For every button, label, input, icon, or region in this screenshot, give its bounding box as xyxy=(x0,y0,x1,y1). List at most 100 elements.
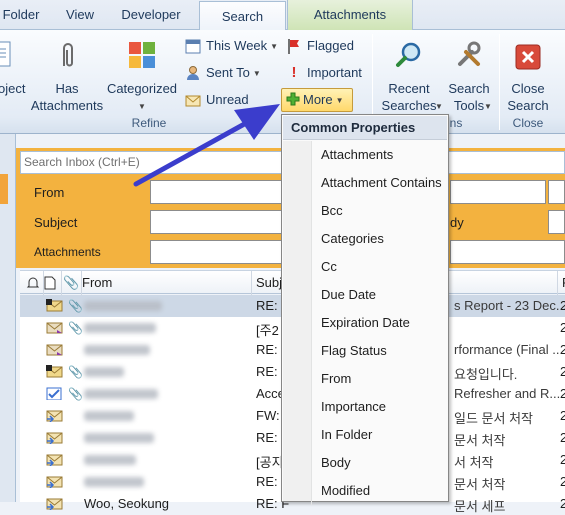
tab-view[interactable]: View xyxy=(58,0,102,30)
redacted-sender xyxy=(84,323,156,333)
row-subject-tail: 요청입니다. xyxy=(454,367,518,382)
menu-item-bcc[interactable]: Bcc xyxy=(311,197,447,225)
forward-envelope-icon xyxy=(46,476,63,488)
subject-label: oject xyxy=(0,81,26,96)
flagged-label: Flagged xyxy=(307,38,354,53)
attachments-field-label: Attachments xyxy=(34,245,101,259)
sent-to-button[interactable]: Sent To ▼ xyxy=(185,62,261,84)
flag-envelope-icon xyxy=(46,365,63,378)
redacted-sender xyxy=(84,301,162,311)
envelope-icon xyxy=(185,95,201,107)
row-subject: [주2 xyxy=(256,323,279,338)
read-envelope-icon xyxy=(46,322,63,334)
subject-button[interactable]: oject xyxy=(0,34,26,114)
more-label: More xyxy=(303,92,333,107)
row-subject-tail: 문서 처작 xyxy=(454,477,506,492)
chevron-down-icon: ▼ xyxy=(484,102,492,111)
criteria-field-right-2[interactable] xyxy=(548,180,565,204)
menu-item-in-folder[interactable]: In Folder xyxy=(311,421,447,449)
row-received: 2 xyxy=(560,408,565,423)
paperclip-icon xyxy=(63,43,73,67)
row-received: 2 xyxy=(560,320,565,335)
document-icon xyxy=(0,41,11,67)
subject-field-label: Subject xyxy=(34,215,78,230)
paperclip-icon: 📎 xyxy=(68,365,83,379)
row-subject: [공지 xyxy=(256,455,284,470)
chevron-down-icon: ▼ xyxy=(335,95,344,105)
tab-developer[interactable]: Developer xyxy=(112,0,190,30)
close-search-label: Close Search xyxy=(507,81,549,113)
tab-folder[interactable]: Folder xyxy=(0,0,42,30)
ribbon-separator xyxy=(499,34,500,130)
redacted-sender xyxy=(84,477,144,487)
redacted-sender xyxy=(84,433,154,443)
chevron-down-icon: ▼ xyxy=(435,102,443,111)
navigation-pane-collapsed[interactable] xyxy=(0,134,16,502)
paperclip-icon: 📎 xyxy=(68,299,83,313)
menu-item-body[interactable]: Body xyxy=(311,449,447,477)
recent-searches-button[interactable]: Recent Searches ▼ xyxy=(374,34,444,114)
subject-field[interactable] xyxy=(150,210,285,234)
chevron-down-icon: ▼ xyxy=(270,41,279,51)
row-received: 2 xyxy=(560,452,565,467)
menu-item-attachment-contains[interactable]: Attachment Contains xyxy=(311,169,447,197)
forward-envelope-icon xyxy=(46,432,63,444)
row-received: 2 xyxy=(560,364,565,379)
row-subject-tail: Refresher and R... xyxy=(454,386,561,401)
row-received: 2 xyxy=(560,386,565,401)
redacted-sender xyxy=(84,345,150,355)
body-field-label: dy xyxy=(450,215,464,230)
criteria-field-right-1[interactable] xyxy=(450,180,546,204)
tools-icon xyxy=(458,41,481,66)
bell-icon xyxy=(26,277,40,288)
exclamation-icon: ! xyxy=(291,63,297,81)
criteria-field-right-3[interactable] xyxy=(450,240,565,264)
from-column-header[interactable]: From xyxy=(78,271,252,295)
tab-search[interactable]: Search xyxy=(199,1,286,31)
group-label-close: Close xyxy=(512,116,544,130)
search-tools-button[interactable]: Search Tools ▼ xyxy=(444,34,494,114)
received-column-header[interactable]: R xyxy=(558,271,565,295)
important-label: Important xyxy=(307,65,362,80)
page-icon xyxy=(44,276,56,290)
has-attachments-button[interactable]: Has Attachments xyxy=(30,34,104,114)
icon-column[interactable] xyxy=(44,271,62,295)
menu-item-flag-status[interactable]: Flag Status xyxy=(311,337,447,365)
row-received: 2 xyxy=(560,474,565,489)
this-week-button[interactable]: This Week ▼ xyxy=(185,35,278,57)
from-field[interactable] xyxy=(150,180,285,204)
forward-envelope-icon xyxy=(46,454,63,466)
nav-highlight xyxy=(0,174,8,204)
row-received: 2 xyxy=(560,496,565,511)
plus-icon xyxy=(286,91,300,106)
tab-attachments[interactable]: Attachments xyxy=(287,0,413,30)
menu-item-categories[interactable]: Categories xyxy=(311,225,447,253)
menu-item-cc[interactable]: Cc xyxy=(311,253,447,281)
redacted-sender xyxy=(84,411,134,421)
close-search-button[interactable]: Close Search xyxy=(502,34,554,114)
has-attachments-label: Has Attachments xyxy=(30,81,104,113)
read-envelope-icon xyxy=(46,344,63,356)
menu-item-expiration-date[interactable]: Expiration Date xyxy=(311,309,447,337)
more-button[interactable]: More ▼ xyxy=(281,88,353,112)
paperclip-icon: 📎 xyxy=(68,321,83,335)
reminder-column[interactable] xyxy=(26,271,44,295)
row-received: 2 xyxy=(560,342,565,357)
flagged-button[interactable]: Flagged xyxy=(286,35,354,57)
ribbon-tab-bar: Folder View Developer Search Attachments xyxy=(0,0,565,31)
unread-button[interactable]: Unread xyxy=(185,89,249,111)
calendar-icon xyxy=(185,39,201,54)
flag-envelope-icon xyxy=(46,299,63,312)
row-subject-tail: 서 처작 xyxy=(454,455,494,470)
menu-item-modified[interactable]: Modified xyxy=(311,477,447,505)
redacted-sender xyxy=(84,455,136,465)
menu-item-attachments[interactable]: Attachments xyxy=(311,141,447,169)
important-button[interactable]: ! Important xyxy=(286,62,362,84)
categorized-button[interactable]: Categorized ▼ xyxy=(104,34,180,114)
from-field-label: From xyxy=(34,185,65,200)
menu-item-from[interactable]: From xyxy=(311,365,447,393)
attachments-field[interactable] xyxy=(150,240,285,264)
menu-item-importance[interactable]: Importance xyxy=(311,393,447,421)
menu-item-due-date[interactable]: Due Date xyxy=(311,281,447,309)
body-field[interactable] xyxy=(548,210,565,234)
